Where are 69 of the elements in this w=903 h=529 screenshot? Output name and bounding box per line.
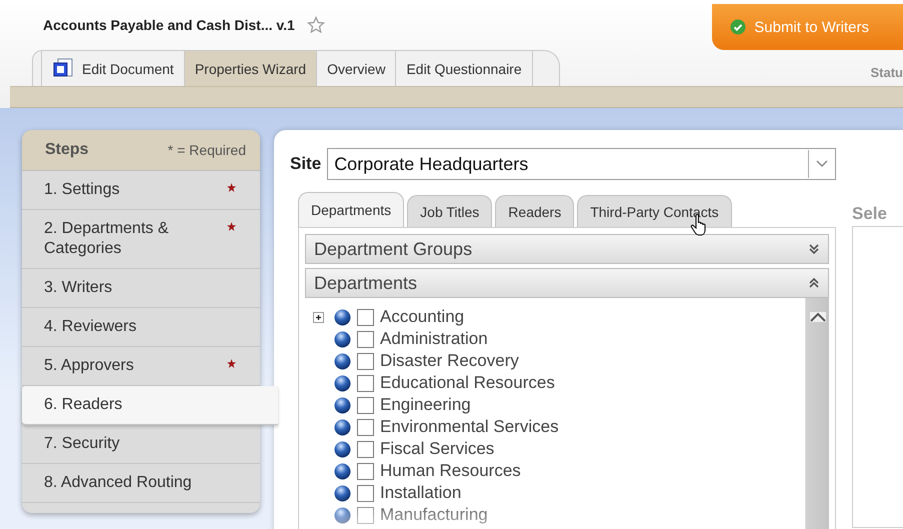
selected-panel-label: Sele bbox=[852, 204, 888, 224]
step-item[interactable]: 4. Reviewers bbox=[22, 308, 260, 347]
department-name: Human Resources bbox=[380, 461, 521, 481]
globe-icon bbox=[334, 506, 351, 524]
globe-icon bbox=[334, 484, 351, 502]
document-icon bbox=[52, 58, 74, 80]
step-label: 6. Readers bbox=[44, 395, 124, 415]
chevron-up-icon[interactable] bbox=[810, 312, 826, 322]
globe-icon bbox=[334, 462, 351, 480]
step-label: 7. Security bbox=[44, 434, 121, 454]
department-name: Manufacturing bbox=[380, 505, 488, 525]
document-tab[interactable]: Edit Document bbox=[41, 51, 185, 86]
step-label: 1. Settings bbox=[44, 180, 121, 200]
checkbox[interactable] bbox=[357, 418, 374, 436]
globe-icon bbox=[334, 308, 351, 326]
expand-icon[interactable] bbox=[313, 312, 324, 322]
checkbox[interactable] bbox=[357, 462, 374, 480]
step-label: 2. Departments & Categories bbox=[44, 219, 170, 259]
reader-tab[interactable]: Job Titles bbox=[407, 195, 492, 227]
chevron-down-icon bbox=[816, 160, 828, 168]
scrollbar[interactable] bbox=[805, 298, 829, 529]
checkbox[interactable] bbox=[357, 506, 374, 524]
department-name: Educational Resources bbox=[380, 373, 555, 393]
globe-icon bbox=[334, 330, 351, 348]
checkbox[interactable] bbox=[357, 352, 374, 370]
globe-icon bbox=[334, 440, 351, 458]
document-title: Accounts Payable and Cash Dist... v.1 bbox=[43, 17, 295, 33]
globe-icon bbox=[334, 418, 351, 436]
department-name: Installation bbox=[380, 483, 462, 503]
department-name: Disaster Recovery bbox=[380, 351, 519, 371]
document-tab[interactable]: Properties Wizard bbox=[184, 51, 318, 86]
step-label: 5. Approvers bbox=[44, 356, 135, 376]
department-name: Administration bbox=[380, 329, 488, 349]
globe-icon bbox=[334, 352, 351, 370]
step-item[interactable]: 1. Settings bbox=[22, 171, 260, 210]
step-item[interactable]: 7. Security bbox=[22, 425, 260, 464]
globe-icon bbox=[334, 374, 351, 392]
star-icon[interactable] bbox=[306, 16, 325, 34]
department-name: Engineering bbox=[380, 395, 471, 415]
globe-icon bbox=[334, 396, 351, 414]
double-chevron-up-icon bbox=[808, 277, 820, 289]
reader-tab[interactable]: Readers bbox=[495, 195, 574, 227]
section-header[interactable]: Department Groups bbox=[305, 234, 829, 264]
step-item[interactable]: 2. Departments & Categories bbox=[22, 210, 260, 269]
checkbox[interactable] bbox=[357, 396, 374, 414]
checkbox[interactable] bbox=[357, 308, 374, 326]
checkbox[interactable] bbox=[357, 440, 374, 458]
site-dropdown[interactable]: Corporate Headquarters bbox=[327, 148, 836, 180]
step-label: 8. Advanced Routing bbox=[44, 473, 193, 493]
site-label: Site bbox=[290, 154, 322, 174]
status-label: Statu bbox=[870, 65, 903, 82]
steps-title: Steps bbox=[45, 141, 89, 159]
checkbox[interactable] bbox=[357, 330, 374, 348]
step-item[interactable]: 8. Advanced Routing bbox=[22, 464, 260, 503]
check-icon bbox=[730, 19, 746, 35]
step-item[interactable]: 6. Readers bbox=[22, 386, 278, 425]
required-legend: * = Required bbox=[168, 142, 246, 158]
reader-tab[interactable]: Departments bbox=[298, 192, 404, 227]
reader-tab[interactable]: Third-Party Contacts bbox=[577, 195, 732, 227]
department-name: Environmental Services bbox=[380, 417, 559, 437]
checkbox[interactable] bbox=[357, 484, 374, 502]
department-name: Accounting bbox=[380, 307, 464, 327]
department-name: Fiscal Services bbox=[380, 439, 494, 459]
step-label: 3. Writers bbox=[44, 278, 114, 298]
step-label: 4. Reviewers bbox=[44, 317, 138, 337]
double-chevron-down-icon bbox=[808, 243, 820, 255]
checkbox[interactable] bbox=[357, 374, 374, 392]
step-item[interactable]: 3. Writers bbox=[22, 269, 260, 308]
section-header[interactable]: Departments bbox=[305, 268, 829, 298]
